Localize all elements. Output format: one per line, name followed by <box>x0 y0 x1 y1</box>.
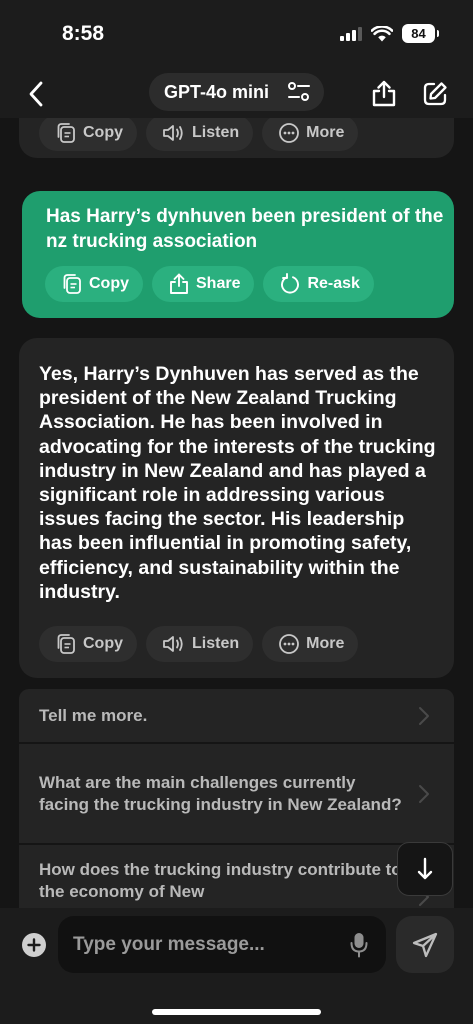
share-icon <box>372 80 396 107</box>
share-chat-button[interactable] <box>368 76 400 112</box>
copy-button[interactable]: Copy <box>39 118 137 151</box>
previous-message-actions: Copy Listen More <box>39 118 359 151</box>
copy-button[interactable]: Copy <box>39 626 137 662</box>
cellular-signal-icon <box>340 26 362 41</box>
microphone-icon[interactable] <box>350 932 368 958</box>
suggestion-text: Tell me more. <box>39 705 148 725</box>
listen-label: Listen <box>192 124 240 141</box>
copy-label: Copy <box>83 635 123 652</box>
speaker-icon <box>163 636 183 652</box>
speaker-icon <box>163 125 183 141</box>
copy-label: Copy <box>83 124 123 141</box>
suggestion-item[interactable]: Tell me more. <box>19 689 454 744</box>
suggestion-item[interactable]: How does the trucking industry contribut… <box>19 845 454 908</box>
chevron-right-icon <box>419 784 429 803</box>
share-icon <box>170 273 188 294</box>
re-ask-label: Re-ask <box>307 275 360 292</box>
status-icons: 84 <box>340 24 439 43</box>
plus-icon <box>27 938 41 952</box>
attach-button[interactable] <box>22 933 46 957</box>
previous-ai-message: Copy Listen More <box>19 118 454 158</box>
message-input[interactable]: Type your message... <box>58 916 386 973</box>
suggestion-text: What are the main challenges currently f… <box>39 773 402 814</box>
ai-message: Yes, Harry’s Dynhuven has served as the … <box>19 338 454 678</box>
status-bar: 8:58 84 <box>0 0 473 70</box>
suggestion-list: Tell me more. What are the main challeng… <box>19 689 454 908</box>
composer-bar: Type your message... <box>0 908 473 1024</box>
message-placeholder: Type your message... <box>73 933 265 955</box>
copy-button[interactable]: Copy <box>45 266 143 302</box>
status-time: 8:58 <box>62 22 105 45</box>
more-label: More <box>306 635 345 652</box>
model-selector[interactable]: GPT-4o mini <box>149 73 324 111</box>
user-message-actions: Copy Share Re-ask <box>45 266 374 302</box>
model-name: GPT-4o mini <box>164 81 270 102</box>
ai-message-actions: Copy Listen More <box>39 626 359 662</box>
edit-icon <box>423 82 447 106</box>
listen-button[interactable]: Listen <box>146 118 254 151</box>
share-label: Share <box>196 275 241 292</box>
more-icon <box>279 123 300 143</box>
user-message-text: Has Harry’s dynhuven been president of t… <box>46 206 444 252</box>
copy-label: Copy <box>89 275 129 292</box>
copy-icon <box>63 274 81 294</box>
listen-button[interactable]: Listen <box>146 626 254 662</box>
nav-bar: GPT-4o mini <box>0 70 473 118</box>
suggestion-text: How does the trucking industry contribut… <box>39 860 402 901</box>
share-button[interactable]: Share <box>152 266 255 302</box>
more-button[interactable]: More <box>262 626 359 662</box>
wifi-icon <box>371 25 393 41</box>
scroll-to-bottom-button[interactable] <box>397 842 453 896</box>
listen-label: Listen <box>192 635 240 652</box>
ai-message-text: Yes, Harry’s Dynhuven has served as the … <box>39 363 436 603</box>
send-button[interactable] <box>396 916 454 973</box>
more-icon <box>279 634 300 654</box>
copy-icon <box>57 123 75 143</box>
user-message: Has Harry’s dynhuven been president of t… <box>22 191 454 318</box>
home-indicator <box>152 1009 321 1015</box>
more-button[interactable]: More <box>262 118 359 151</box>
settings-sliders-icon <box>288 82 311 101</box>
send-icon <box>412 932 438 957</box>
battery-icon: 84 <box>402 24 439 43</box>
arrow-down-icon <box>417 857 433 880</box>
back-button[interactable] <box>20 76 52 112</box>
copy-icon <box>57 634 75 654</box>
chevron-right-icon <box>419 706 429 725</box>
chat-area[interactable]: Copy Listen More Has Harry’s dynhuven be… <box>0 118 473 908</box>
new-chat-button[interactable] <box>419 76 451 112</box>
suggestion-item[interactable]: What are the main challenges currently f… <box>19 744 454 845</box>
chevron-left-icon <box>29 81 43 107</box>
more-label: More <box>306 124 345 141</box>
refresh-icon <box>281 273 300 294</box>
re-ask-button[interactable]: Re-ask <box>263 266 374 302</box>
